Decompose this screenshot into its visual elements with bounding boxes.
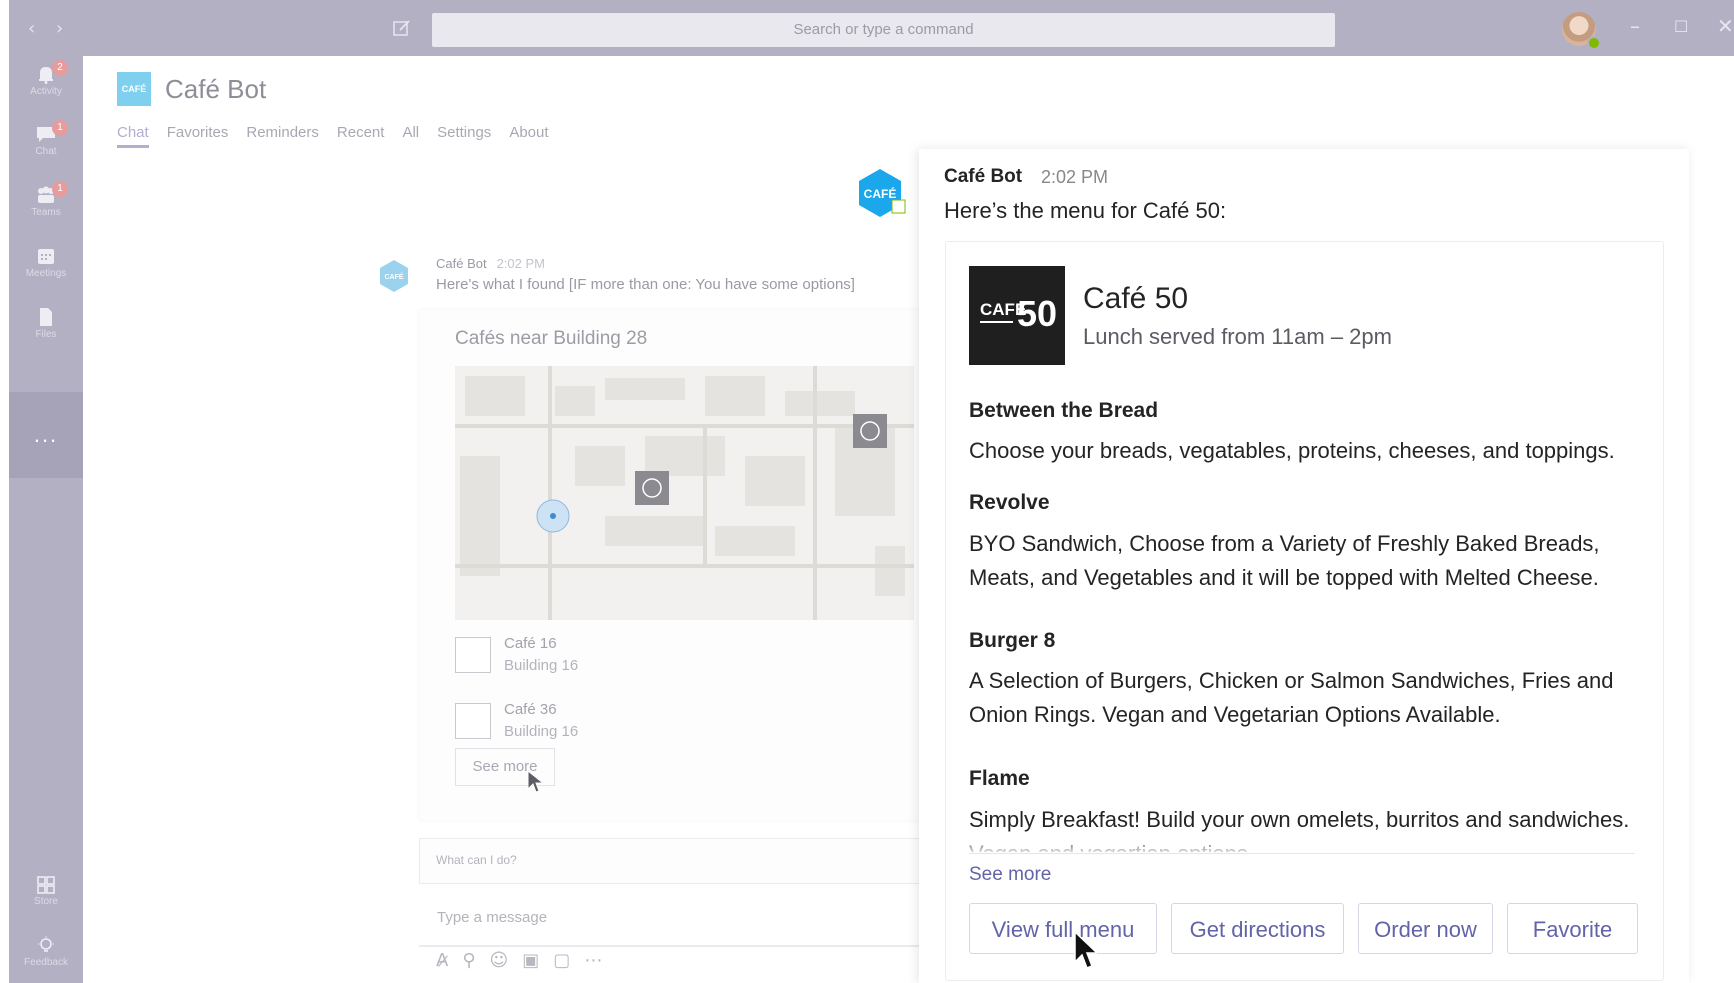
compose-icon[interactable]: [392, 18, 412, 38]
chat-badge: 1: [52, 120, 68, 136]
search-input[interactable]: Search or type a command: [432, 13, 1335, 47]
section-title: Revolve: [969, 491, 1050, 514]
cafe-name: Café 36: [504, 701, 557, 718]
rail-label: Teams: [31, 207, 61, 218]
rail-label: Meetings: [25, 268, 67, 279]
rail-label: Store: [34, 896, 58, 907]
favorite-button[interactable]: Favorite: [1507, 903, 1638, 954]
cafe-icon: [455, 637, 491, 673]
rail-item-teams[interactable]: 1 Teams: [9, 181, 83, 218]
tab-bar: Chat Favorites Reminders Recent All Sett…: [117, 124, 549, 148]
card-title: Cafés near Building 28: [455, 328, 648, 349]
rail-item-chat[interactable]: 1 Chat: [9, 120, 83, 157]
format-icon[interactable]: A̷: [436, 950, 448, 971]
bot-avatar: CAFÉ: [859, 169, 906, 217]
gif-icon[interactable]: ▣: [522, 950, 539, 971]
logo-divider: [980, 321, 1013, 323]
section-title: Burger 8: [969, 629, 1056, 652]
order-now-button[interactable]: Order now: [1358, 903, 1493, 954]
message-placeholder: Type a message: [437, 909, 548, 926]
cafe-building: Building 16: [504, 657, 579, 674]
file-icon: [40, 308, 52, 326]
timestamp: 2:02 PM: [496, 256, 546, 271]
emoji-icon[interactable]: ☺: [490, 950, 509, 971]
see-more-link[interactable]: See more: [969, 864, 1051, 886]
attach-icon[interactable]: ⚲: [462, 950, 475, 971]
svg-text:CAFÉ: CAFÉ: [384, 272, 403, 281]
teams-badge: 1: [52, 181, 68, 197]
rail-label: Activity: [30, 86, 62, 97]
close-icon[interactable]: ✕: [1717, 14, 1734, 38]
rail-item-activity[interactable]: 2 Activity: [9, 60, 83, 97]
cafe-name: Café 16: [504, 635, 557, 652]
suggestion-text: What can I do?: [436, 853, 517, 867]
rail-label: Feedback: [24, 957, 68, 968]
page-title: Café Bot: [165, 74, 267, 104]
section-body: A Selection of Burgers, Chicken or Salmo…: [969, 668, 1614, 727]
cafe-hours: Lunch served from 11am – 2pm: [1083, 324, 1392, 349]
tab-about[interactable]: About: [509, 124, 548, 148]
sender-name: Café Bot: [436, 256, 487, 271]
more-apps-button[interactable]: ...: [9, 392, 83, 478]
campus-map[interactable]: [455, 366, 914, 620]
svg-text:CAFÉ: CAFÉ: [864, 186, 897, 201]
cafe-building: Building 16: [504, 723, 579, 740]
rail-item-feedback[interactable]: Feedback: [9, 935, 83, 968]
minimize-icon[interactable]: –: [1630, 14, 1640, 38]
cafe-title: Café 50: [1083, 282, 1189, 315]
tab-all[interactable]: All: [402, 124, 419, 148]
more-icon: ...: [33, 422, 59, 447]
sender-name: Café Bot: [944, 166, 1023, 187]
presence-indicator: [1587, 36, 1601, 50]
teams-window: ‹ › Search or type a command – ☐ ✕ 2 Act…: [0, 0, 1734, 983]
message-meta: Café Bot 2:02 PM: [436, 256, 545, 271]
sticker-icon[interactable]: ▢: [553, 950, 570, 971]
store-icon: [37, 876, 55, 894]
timestamp: 2:02 PM: [1041, 167, 1109, 187]
divider: [969, 853, 1635, 854]
logo-number: 50: [1017, 293, 1058, 334]
rail-label: Chat: [35, 146, 57, 157]
rail-label: Files: [35, 329, 57, 340]
tab-recent[interactable]: Recent: [337, 124, 385, 148]
lightbulb-icon: [38, 936, 54, 952]
tab-chat[interactable]: Chat: [117, 124, 149, 148]
activity-badge: 2: [52, 60, 68, 76]
cafe-icon: [455, 703, 491, 739]
message-text: Here’s the menu for Café 50:: [944, 198, 1227, 223]
calendar-icon: [38, 249, 54, 264]
bot-avatar-small: CAFÉ: [380, 260, 408, 292]
more-options-icon[interactable]: ⋯: [584, 950, 602, 971]
chevron-right-icon[interactable]: ›: [56, 18, 63, 39]
rail-item-store[interactable]: Store: [9, 874, 83, 907]
section-body: BYO Sandwich, Choose from a Variety of F…: [969, 531, 1600, 590]
message-text: Here's what I found [IF more than one: Y…: [436, 276, 855, 293]
section-title: Flame: [969, 767, 1030, 790]
compose-toolbar: A̷ ⚲ ☺ ▣ ▢ ⋯: [436, 950, 602, 971]
tab-settings[interactable]: Settings: [437, 124, 491, 148]
tab-reminders[interactable]: Reminders: [246, 124, 319, 148]
get-directions-button[interactable]: Get directions: [1171, 903, 1344, 954]
maximize-icon[interactable]: ☐: [1674, 17, 1688, 36]
section-body: Choose your breads, vegatables, proteins…: [969, 438, 1615, 463]
mouse-cursor-icon: [527, 770, 545, 793]
rail-item-files[interactable]: Files: [9, 307, 83, 340]
section-title: Between the Bread: [969, 399, 1159, 422]
view-full-menu-button[interactable]: View full menu: [969, 903, 1157, 954]
chevron-left-icon[interactable]: ‹: [28, 18, 35, 39]
tab-favorites[interactable]: Favorites: [167, 124, 229, 148]
cafe-50-logo: CAFE 50: [969, 266, 1065, 365]
rail-item-meetings[interactable]: Meetings: [9, 246, 83, 279]
app-bar: 2 Activity 1 Chat 1 Teams Meetings Files…: [9, 56, 83, 983]
mouse-cursor-icon: [1074, 930, 1097, 969]
cafe-bot-logo: CAFÉ: [117, 72, 151, 106]
